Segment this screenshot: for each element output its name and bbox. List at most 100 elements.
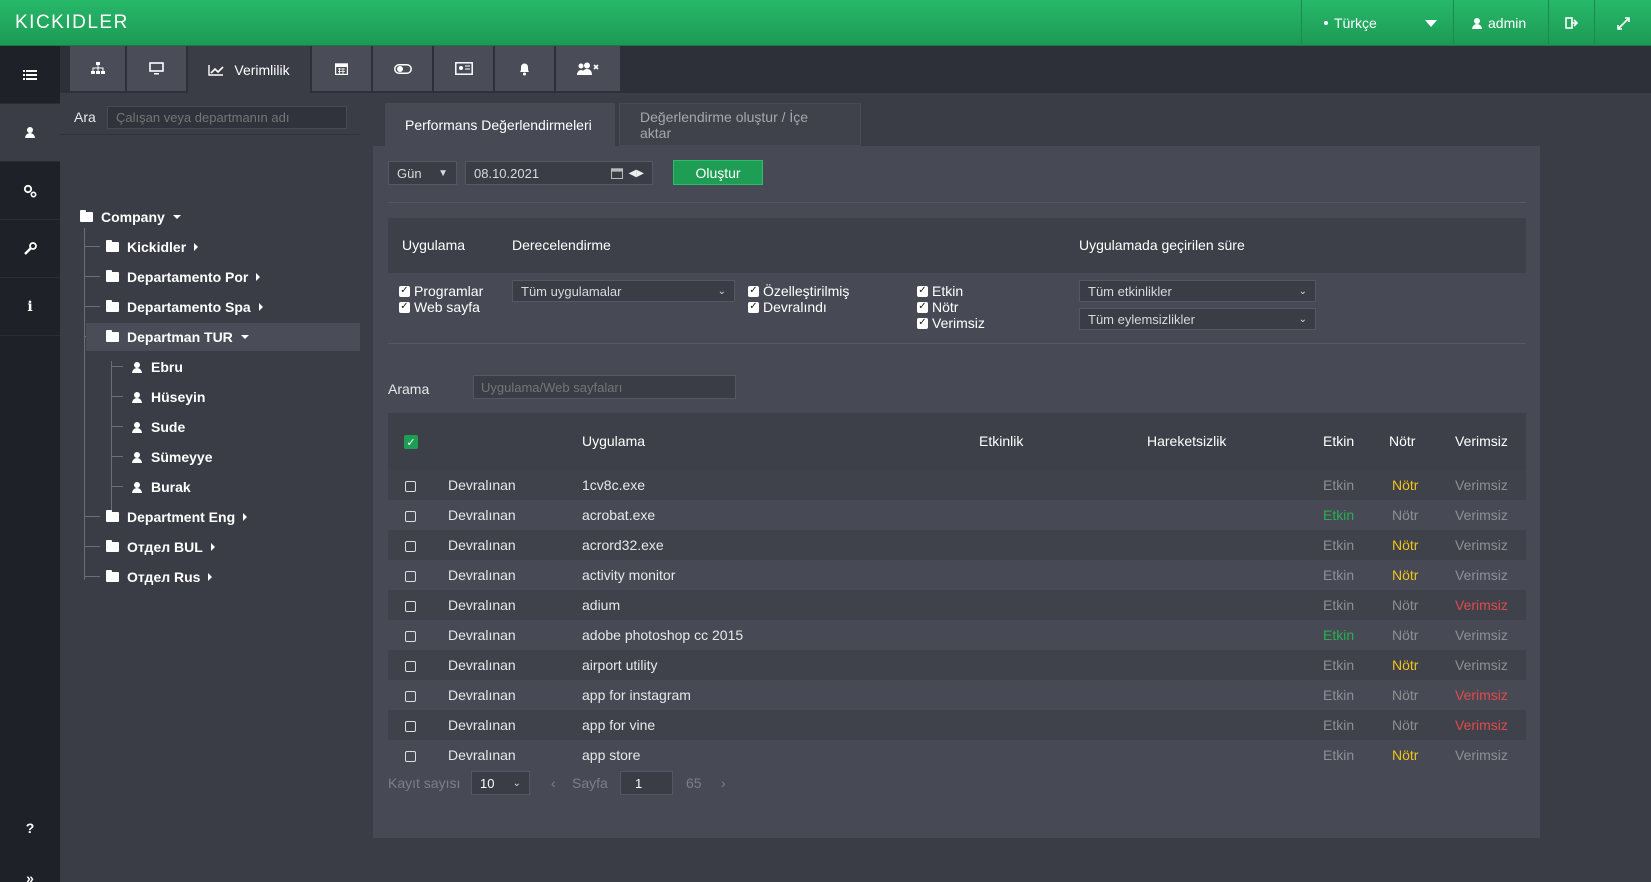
rating-ineffective[interactable]: Verimsiz — [1455, 687, 1508, 703]
tree-node-department[interactable]: Отдел BUL — [106, 533, 215, 561]
rating-neutral[interactable]: Nötr — [1392, 627, 1418, 643]
programs-checkbox[interactable]: ✓ Programlar — [399, 283, 483, 299]
row-checkbox[interactable] — [405, 629, 420, 645]
inherited-checkbox[interactable]: ✓ Devralındı — [748, 299, 827, 315]
col-header-activity[interactable]: Etkinlik — [979, 433, 1023, 449]
rating-neutral[interactable]: Nötr — [1392, 717, 1418, 733]
tab-productivity[interactable]: Verimlilik — [188, 46, 310, 93]
tree-node-department[interactable]: Kickidler — [106, 233, 199, 261]
tree-node-employee[interactable]: Hüseyin — [132, 383, 205, 411]
row-checkbox[interactable] — [405, 509, 420, 525]
row-checkbox[interactable] — [405, 479, 420, 495]
row-checkbox[interactable] — [405, 569, 420, 585]
table-row[interactable]: Devralınan adobe photoshop cc 2015 Etkin Nö… — [388, 620, 1526, 650]
logout-button[interactable] — [1548, 0, 1594, 46]
tab-toggle[interactable] — [373, 46, 432, 91]
table-row[interactable]: Devralınan acrord32.exe Etkin Nötr Verimsiz — [388, 530, 1526, 560]
tree-node-company[interactable]: Company — [80, 203, 181, 231]
table-row[interactable]: Devralınan app for instagram Etkin Nötr Veri… — [388, 680, 1526, 710]
prev-next-icon[interactable]: ◀▶ — [629, 168, 644, 179]
tab-notifications[interactable] — [495, 46, 554, 91]
table-row[interactable]: Devralınan 1cv8c.exe Etkin Nötr Verimsiz — [388, 470, 1526, 500]
table-row[interactable]: Devralınan app store Etkin Nötr Verimsiz — [388, 740, 1526, 770]
activity-select[interactable]: Tüm etkinlikler ⌄ — [1079, 280, 1316, 302]
nav-info[interactable]: i — [0, 278, 60, 336]
row-checkbox[interactable] — [405, 539, 420, 555]
tree-node-department[interactable]: Departamento Por — [106, 263, 261, 291]
user-menu[interactable]: admin — [1453, 0, 1548, 46]
nav-settings[interactable] — [0, 162, 60, 220]
row-checkbox[interactable] — [405, 749, 420, 765]
col-header-effective[interactable]: Etkin — [1323, 433, 1354, 449]
row-checkbox[interactable] — [405, 659, 420, 675]
rating-effective[interactable]: Etkin — [1323, 657, 1354, 673]
rating-effective[interactable]: Etkin — [1323, 567, 1354, 583]
fullscreen-button[interactable] — [1594, 0, 1651, 46]
customized-checkbox[interactable]: ✓ Özelleştirilmiş — [748, 283, 849, 299]
employee-search-input[interactable] — [107, 106, 347, 129]
rating-ineffective[interactable]: Verimsiz — [1455, 477, 1508, 493]
tab-monitor[interactable] — [127, 46, 186, 91]
records-select[interactable]: 10 ⌄ — [471, 771, 530, 795]
rating-ineffective[interactable]: Verimsiz — [1455, 747, 1508, 763]
row-checkbox[interactable] — [405, 689, 420, 705]
rating-neutral[interactable]: Nötr — [1392, 477, 1418, 493]
prev-page-button[interactable]: ‹ — [551, 775, 556, 791]
rating-effective[interactable]: Etkin — [1323, 687, 1354, 703]
rating-neutral[interactable]: Nötr — [1392, 537, 1418, 553]
tab-calendar[interactable] — [312, 46, 371, 91]
row-checkbox[interactable] — [405, 599, 420, 615]
language-selector[interactable]: Türkçe — [1301, 0, 1453, 46]
select-all-checkbox[interactable]: ✓ — [404, 435, 418, 449]
tree-node-department[interactable]: Отдел Rus — [106, 563, 213, 591]
period-select[interactable]: Gün ▼ — [388, 161, 457, 185]
next-page-button[interactable]: › — [721, 775, 726, 791]
table-row[interactable]: Devralınan adium Etkin Nötr Verimsiz — [388, 590, 1526, 620]
rating-effective[interactable]: Etkin — [1323, 747, 1354, 763]
row-checkbox[interactable] — [405, 719, 420, 735]
rating-effective[interactable]: Etkin — [1323, 507, 1354, 523]
table-row[interactable]: Devralınan acrobat.exe Etkin Nötr Verimsiz — [388, 500, 1526, 530]
tab-cards[interactable] — [434, 46, 493, 91]
inactivity-select[interactable]: Tüm eylemsizlikler ⌄ — [1079, 308, 1316, 330]
rating-effective[interactable]: Etkin — [1323, 717, 1354, 733]
nav-list[interactable] — [0, 46, 60, 104]
tab-create-import[interactable]: Değerlendirme oluştur / İçe aktar — [619, 103, 861, 146]
tree-node-employee[interactable]: Sude — [132, 413, 185, 441]
date-field[interactable]: 08.10.2021 ◀▶ — [465, 161, 653, 185]
rating-neutral[interactable]: Nötr — [1392, 747, 1418, 763]
table-row[interactable]: Devralınan app for vine Etkin Nötr Verimsiz — [388, 710, 1526, 740]
tree-node-department[interactable]: Departamento Spa — [106, 293, 263, 321]
rating-ineffective[interactable]: Verimsiz — [1455, 627, 1508, 643]
tree-node-employee[interactable]: Sümeyye — [132, 443, 212, 471]
tab-performance-ratings[interactable]: Performans Değerlendirmeleri — [385, 103, 615, 146]
rating-effective[interactable]: Etkin — [1323, 537, 1354, 553]
col-header-app[interactable]: Uygulama — [582, 433, 645, 449]
tree-node-department-selected[interactable]: Departman TUR — [86, 323, 360, 351]
rating-ineffective[interactable]: Verimsiz — [1455, 717, 1508, 733]
tab-users-remove[interactable] — [556, 46, 620, 91]
rating-neutral[interactable]: Nötr — [1392, 507, 1418, 523]
table-row[interactable]: Devralınan airport utility Etkin Nötr Verims… — [388, 650, 1526, 680]
rating-ineffective[interactable]: Verimsiz — [1455, 597, 1508, 613]
rating-ineffective[interactable]: Verimsiz — [1455, 537, 1508, 553]
rating-effective[interactable]: Etkin — [1323, 597, 1354, 613]
rating-ineffective[interactable]: Verimsiz — [1455, 657, 1508, 673]
col-header-inactivity[interactable]: Hareketsizlik — [1147, 433, 1226, 449]
rating-neutral[interactable]: Nötr — [1392, 657, 1418, 673]
rating-neutral[interactable]: Nötr — [1392, 567, 1418, 583]
page-input[interactable] — [620, 771, 673, 795]
col-header-ineffective[interactable]: Verimsiz — [1455, 433, 1508, 449]
websites-checkbox[interactable]: ✓ Web sayfa — [399, 299, 480, 315]
col-header-neutral[interactable]: Nötr — [1389, 433, 1415, 449]
app-select[interactable]: Tüm uygulamalar ⌄ — [512, 280, 735, 302]
create-button[interactable]: Oluştur — [673, 160, 763, 185]
neutral-checkbox[interactable]: ✓ Nötr — [917, 299, 958, 315]
rating-ineffective[interactable]: Verimsiz — [1455, 567, 1508, 583]
nav-employees[interactable] — [0, 104, 60, 162]
tree-node-employee[interactable]: Ebru — [132, 353, 183, 381]
rating-effective[interactable]: Etkin — [1323, 477, 1354, 493]
nav-tools[interactable] — [0, 220, 60, 278]
expand-nav-button[interactable]: » — [0, 858, 60, 882]
help-button[interactable]: ? — [0, 808, 60, 848]
